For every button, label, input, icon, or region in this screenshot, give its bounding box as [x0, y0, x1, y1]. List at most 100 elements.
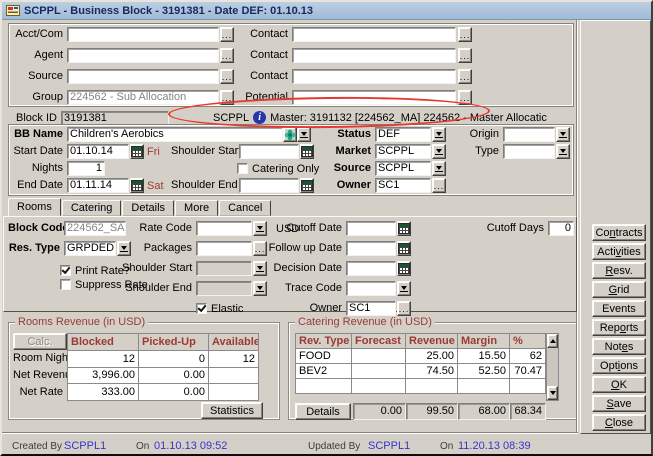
tab-catering[interactable]: Catering — [62, 200, 122, 216]
elastic-checkbox[interactable] — [196, 303, 207, 314]
owner-field[interactable]: SC1 — [375, 178, 431, 193]
decision-date-calendar-button[interactable] — [397, 261, 411, 276]
cell[interactable]: 333.00 — [68, 384, 139, 401]
reports-button[interactable]: Reports — [592, 319, 646, 336]
cell[interactable]: FOOD — [296, 349, 352, 364]
source-field[interactable] — [67, 69, 219, 84]
save-button[interactable]: Save — [592, 395, 646, 412]
source-dropdown-button[interactable] — [432, 161, 446, 176]
contracts-button[interactable]: Contracts — [592, 224, 646, 241]
resv-button[interactable]: Resv. — [592, 262, 646, 279]
tab-rooms[interactable]: Rooms — [8, 198, 61, 216]
cell[interactable]: BEV2 — [296, 364, 352, 379]
cutoff-days-field[interactable]: 0 — [548, 221, 574, 236]
source2-field[interactable]: SCPPL — [375, 161, 431, 176]
end-date-field[interactable]: 01.11.14 — [67, 178, 129, 193]
market-dropdown-button[interactable] — [432, 144, 446, 159]
contact2-field[interactable] — [292, 48, 456, 63]
shoulder-start-calendar-button[interactable] — [300, 144, 314, 159]
cell[interactable]: 3,996.00 — [68, 367, 139, 384]
cell[interactable]: 25.00 — [406, 349, 458, 364]
status-field[interactable]: DEF — [375, 127, 431, 142]
acctcom-field[interactable] — [67, 27, 219, 42]
cell[interactable]: 74.50 — [406, 364, 458, 379]
cell[interactable]: 15.50 — [458, 349, 510, 364]
cell[interactable]: 52.50 — [458, 364, 510, 379]
shoulder-end-calendar-button[interactable] — [300, 178, 314, 193]
bb-name-dropdown-button[interactable] — [297, 127, 311, 142]
cell[interactable]: 12 — [68, 350, 139, 367]
agent-lov-button[interactable]: ... — [220, 48, 234, 63]
tab-owner-lov-button[interactable]: ... — [397, 301, 411, 316]
cell[interactable] — [406, 379, 458, 394]
scroll-up-button[interactable] — [547, 334, 558, 348]
cell[interactable] — [352, 349, 406, 364]
group-lov-button[interactable]: ... — [220, 90, 234, 105]
res-type-field[interactable]: GRPDED — [64, 241, 116, 256]
start-date-field[interactable]: 01.10.14 — [67, 144, 129, 159]
market-field[interactable]: SCPPL — [375, 144, 431, 159]
nights-field[interactable]: 1 — [67, 161, 105, 176]
origin-dropdown-button[interactable] — [556, 127, 570, 142]
type-field[interactable] — [503, 144, 555, 159]
decision-date-field[interactable] — [346, 261, 396, 276]
scroll-down-button[interactable] — [547, 386, 558, 400]
follow-up-date-calendar-button[interactable] — [397, 241, 411, 256]
info-icon[interactable]: i — [253, 111, 266, 124]
source-lov-button[interactable]: ... — [220, 69, 234, 84]
cell[interactable] — [352, 379, 406, 394]
contact3-lov-button[interactable]: ... — [458, 69, 472, 84]
packages-field[interactable] — [196, 241, 252, 256]
tab-more[interactable]: More — [175, 200, 218, 216]
cell[interactable]: 0.00 — [139, 384, 209, 401]
tab-cancel[interactable]: Cancel — [219, 200, 271, 216]
statistics-button[interactable]: Statistics — [201, 402, 263, 419]
cell[interactable]: 62 — [510, 349, 546, 364]
start-date-calendar-button[interactable] — [130, 144, 144, 159]
events-button[interactable]: Events — [592, 300, 646, 317]
status-dropdown-button[interactable] — [432, 127, 446, 142]
shoulder-end-field[interactable] — [239, 178, 299, 193]
potential-field[interactable] — [292, 90, 456, 105]
contact1-field[interactable] — [292, 27, 456, 42]
shoulder-start-field[interactable] — [239, 144, 299, 159]
cell[interactable]: 0 — [139, 350, 209, 367]
suppress-rate-checkbox[interactable] — [60, 279, 71, 290]
options-button[interactable]: Options — [592, 357, 646, 374]
cutoff-date-calendar-button[interactable] — [397, 221, 411, 236]
cell[interactable] — [209, 384, 259, 401]
cutoff-date-field[interactable] — [346, 221, 396, 236]
cell[interactable] — [352, 364, 406, 379]
end-date-calendar-button[interactable] — [130, 178, 144, 193]
cell[interactable] — [510, 379, 546, 394]
contact3-field[interactable] — [292, 69, 456, 84]
origin-field[interactable] — [503, 127, 555, 142]
type-dropdown-button[interactable] — [556, 144, 570, 159]
group-field[interactable]: 224562 - Sub Allocation — [67, 90, 219, 105]
contact2-lov-button[interactable]: ... — [458, 48, 472, 63]
follow-up-date-field[interactable] — [346, 241, 396, 256]
close-button[interactable]: Close — [592, 414, 646, 431]
cell[interactable]: 12 — [209, 350, 259, 367]
trace-code-dropdown-button[interactable] — [397, 281, 411, 296]
agent-field[interactable] — [67, 48, 219, 63]
bb-name-field[interactable]: Children's Aerobics — [67, 127, 283, 142]
cell[interactable] — [296, 379, 352, 394]
activities-button[interactable]: Activities — [592, 243, 646, 260]
tab-owner-field[interactable]: SC1 — [346, 301, 396, 316]
catering-scrollbar[interactable] — [546, 333, 559, 401]
acctcom-lov-button[interactable]: ... — [220, 27, 234, 42]
cell[interactable]: 70.47 — [510, 364, 546, 379]
print-rate-checkbox[interactable] — [60, 265, 71, 276]
details-button[interactable]: Details — [295, 403, 351, 420]
ok-button[interactable]: OK — [592, 376, 646, 393]
owner-lov-button[interactable]: ... — [432, 178, 446, 193]
tab-details[interactable]: Details — [122, 200, 174, 216]
cell[interactable]: 0.00 — [139, 367, 209, 384]
notes-button[interactable]: Notes — [592, 338, 646, 355]
catering-only-checkbox[interactable] — [237, 163, 248, 174]
grid-button[interactable]: Grid — [592, 281, 646, 298]
translate-button[interactable] — [283, 127, 297, 142]
potential-lov-button[interactable]: ... — [458, 90, 472, 105]
rate-code-field[interactable] — [196, 221, 252, 236]
